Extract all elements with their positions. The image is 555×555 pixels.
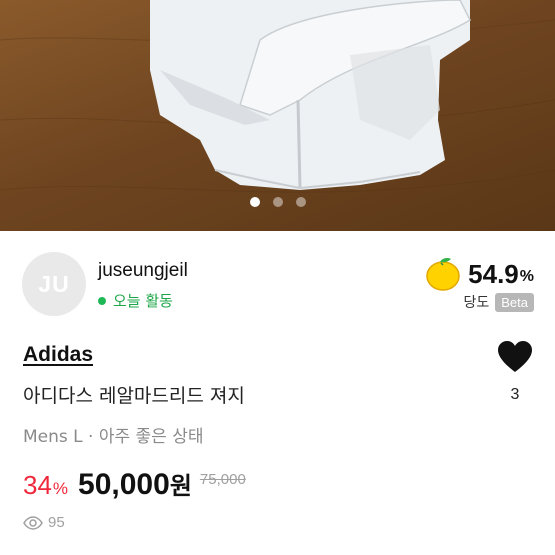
avatar[interactable]: JU bbox=[22, 252, 86, 316]
sweetness-score: 54.9 % bbox=[424, 256, 534, 292]
product-photo[interactable] bbox=[0, 0, 555, 231]
discount-unit: % bbox=[52, 479, 69, 498]
activity-label: 오늘 활동 bbox=[113, 292, 173, 310]
price: 50,000 bbox=[78, 468, 170, 501]
sweetness-label-row: 당도 Beta bbox=[463, 292, 534, 312]
sweetness-label: 당도 bbox=[463, 295, 490, 311]
carousel-dot-3[interactable] bbox=[295, 197, 306, 207]
carousel-dot-2[interactable] bbox=[272, 197, 283, 207]
price-unit: 원 bbox=[169, 472, 192, 500]
score-value: 54.9 bbox=[468, 258, 519, 289]
view-count-value: 95 bbox=[48, 514, 65, 531]
product-title: 아디다스 레알마드리드 져지 bbox=[23, 385, 245, 407]
score-unit: % bbox=[519, 268, 534, 285]
heart-icon[interactable] bbox=[497, 340, 533, 374]
eye-icon bbox=[23, 515, 43, 530]
product-meta: Mens L · 아주 좋은 상태 bbox=[23, 427, 204, 447]
online-dot-icon bbox=[98, 296, 106, 305]
seller-username[interactable]: juseungjeil bbox=[98, 260, 188, 282]
seller-section[interactable]: JU juseungjeil 오늘 활동 54.9 % 당도 Beta bbox=[22, 252, 534, 316]
original-price: 75,000 bbox=[199, 471, 246, 488]
brand-link[interactable]: Adidas bbox=[23, 343, 93, 367]
carousel-dots[interactable] bbox=[0, 197, 555, 207]
view-count: 95 bbox=[23, 514, 65, 531]
discount-rate: 34 bbox=[23, 470, 52, 500]
beta-badge: Beta bbox=[495, 292, 534, 312]
like-count: 3 bbox=[510, 386, 520, 403]
carousel-dot-1[interactable] bbox=[249, 197, 260, 207]
lemon-icon bbox=[426, 258, 460, 291]
activity-status: 오늘 활동 bbox=[98, 290, 173, 311]
price-row: 34 % 50,000 원 75,000 bbox=[23, 466, 246, 502]
